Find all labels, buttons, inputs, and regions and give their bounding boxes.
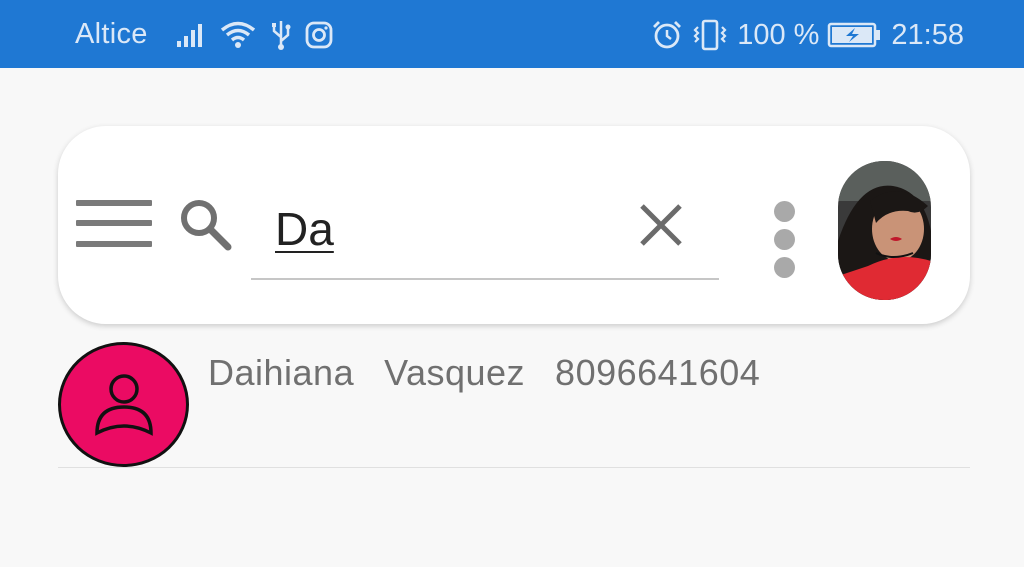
contact-phone: 8096641604	[555, 352, 761, 393]
person-icon	[95, 374, 153, 436]
contact-avatar	[58, 342, 189, 467]
contact-last-name: Vasquez	[384, 352, 526, 393]
wifi-icon	[219, 20, 257, 50]
search-query-text: Da	[275, 203, 334, 255]
vibrate-icon	[691, 19, 729, 51]
carrier-name: Altice	[75, 18, 148, 50]
instagram-icon	[305, 21, 333, 49]
more-vert-icon[interactable]	[773, 201, 797, 281]
usb-icon	[269, 19, 293, 51]
search-icon[interactable]	[178, 198, 232, 257]
status-right-icons: 100 % 21:58	[651, 17, 964, 53]
battery-level: 100 %	[737, 18, 820, 51]
battery-charging-icon	[827, 21, 883, 49]
menu-icon[interactable]	[76, 198, 152, 252]
status-left-icons	[175, 17, 333, 53]
profile-avatar[interactable]	[838, 161, 931, 300]
status-bar: Altice 100 % 21:58	[0, 0, 1024, 68]
list-item[interactable]: Daihiana Vasquez 8096641604	[58, 340, 970, 468]
contact-details: Daihiana Vasquez 8096641604	[208, 352, 760, 394]
search-bar: Da	[58, 126, 970, 324]
alarm-icon	[651, 19, 683, 51]
clear-icon[interactable]	[638, 202, 684, 253]
clock-time: 21:58	[891, 18, 964, 51]
signal-icon	[175, 21, 207, 49]
contact-first-name: Daihiana	[208, 352, 355, 393]
